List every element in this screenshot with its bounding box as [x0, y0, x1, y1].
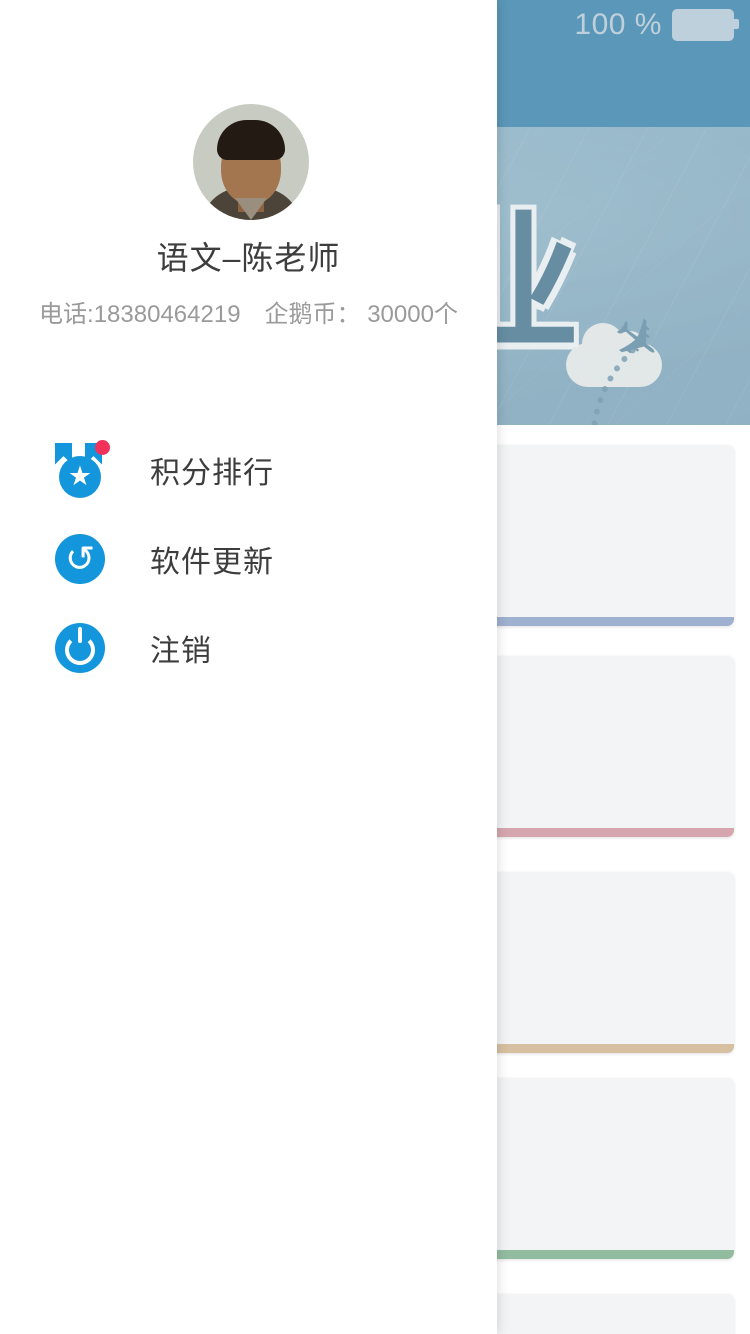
app-root: 100 % 业 ✈ GO自信 A B C D: [0, 0, 750, 1334]
navigation-drawer: 语文–陈老师 电话:18380464219 企鹅币： 30000个 ★ 积分排行…: [0, 0, 497, 1334]
menu-item-label: 软件更新: [150, 545, 274, 579]
menu-item-points-ranking[interactable]: ★ 积分排行: [0, 425, 497, 514]
menu-item-label: 注销: [150, 634, 212, 668]
power-circle-icon: [52, 620, 108, 676]
avatar[interactable]: [193, 104, 309, 220]
drawer-menu: ★ 积分排行 ↻ 软件更新 注销: [0, 425, 497, 692]
user-name-label: 语文–陈老师: [156, 240, 341, 276]
refresh-circle-icon: ↻: [52, 531, 108, 587]
medal-star-icon: ★: [52, 439, 110, 498]
notification-dot-icon: [95, 439, 110, 455]
menu-item-label: 积分排行: [150, 456, 274, 490]
user-contact-label: 电话:18380464219 企鹅币： 30000个: [39, 301, 458, 328]
menu-item-software-update[interactable]: ↻ 软件更新: [0, 514, 497, 603]
menu-item-logout[interactable]: 注销: [0, 603, 497, 692]
